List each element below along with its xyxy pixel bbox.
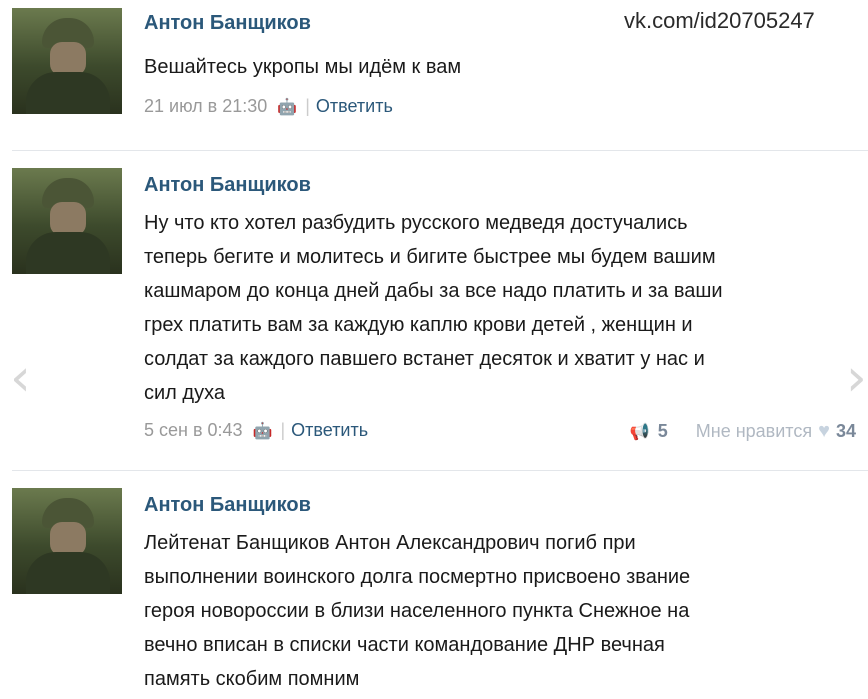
comment-date[interactable]: 21 июл в 21:30 <box>144 96 267 117</box>
share-count[interactable]: 5 <box>658 421 668 442</box>
avatar[interactable] <box>12 168 122 274</box>
comment-meta: 5 сен в 0:43 🤖 | Ответить 📢 5 Мне нравит… <box>144 420 862 443</box>
author-name[interactable]: Антон Банщиков <box>144 494 311 517</box>
avatar[interactable] <box>12 488 122 594</box>
separator: | <box>280 420 286 440</box>
reactions: 📢 5 Мне нравится ♥ 34 <box>630 420 856 443</box>
avatar[interactable] <box>12 8 122 114</box>
like-label[interactable]: Мне нравится <box>696 421 812 442</box>
megaphone-icon[interactable]: 📢 <box>630 422 650 442</box>
divider <box>12 150 868 151</box>
comment-date[interactable]: 5 сен в 0:43 <box>144 420 243 441</box>
prev-arrow-icon[interactable]: ‹ <box>10 352 31 404</box>
comment-meta: 21 июл в 21:30 🤖 | Ответить <box>144 96 393 117</box>
comment-text-line: память скобим помним <box>144 668 360 690</box>
reply-link[interactable]: Ответить <box>316 96 393 117</box>
comment-text-line: теперь бегите и молитесь и бигите быстре… <box>144 246 716 268</box>
comment-text-line: грех платить вам за каждую каплю крови д… <box>144 314 693 336</box>
comment-text-line: Вешайтесь укропы мы идём к вам <box>144 56 462 78</box>
comment-text-line: героя новороссии в близи населенного пун… <box>144 600 690 622</box>
author-name[interactable]: Антон Банщиков <box>144 12 311 35</box>
like-count[interactable]: 34 <box>836 421 856 442</box>
android-icon: 🤖 <box>277 98 298 116</box>
comment-text-line: солдат за каждого павшего встанет десято… <box>144 348 705 370</box>
divider <box>12 470 868 471</box>
comment-text-line: кашмаром до конца дней дабы за все надо … <box>144 280 723 302</box>
reply-link[interactable]: Ответить <box>291 420 368 441</box>
next-arrow-icon[interactable]: › <box>846 352 867 404</box>
heart-icon[interactable]: ♥ <box>818 420 830 443</box>
android-icon: 🤖 <box>252 422 273 440</box>
comment-text-line: вечно вписан в списки части командование… <box>144 634 665 656</box>
separator: | <box>305 96 310 116</box>
comment-text-line: Ну что кто хотел разбудить русского медв… <box>144 212 688 234</box>
comment-text-line: выполнении воинского долга посмертно при… <box>144 566 691 588</box>
comment-text-line: Лейтенат Банщиков Антон Александрович по… <box>144 532 636 554</box>
comment-text-line: сил духа <box>144 382 225 404</box>
profile-url: vk.com/id20705247 <box>624 8 815 33</box>
author-name[interactable]: Антон Банщиков <box>144 174 311 197</box>
